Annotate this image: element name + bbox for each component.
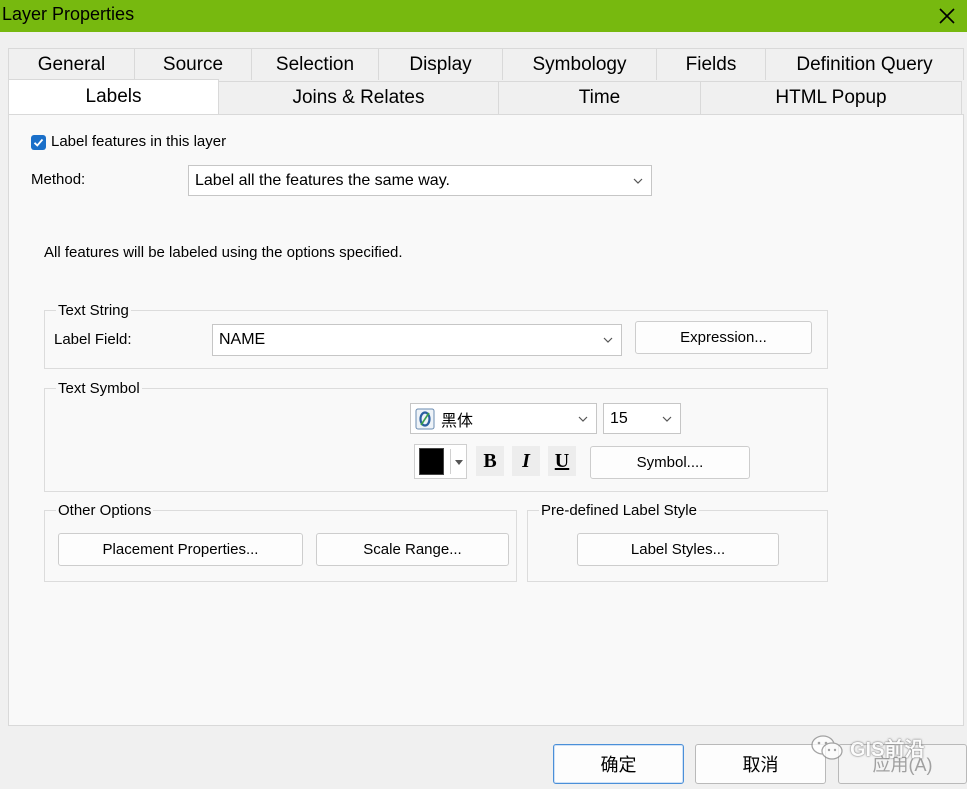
text-string-title: Text String: [56, 302, 131, 319]
font-select[interactable]: 黑体: [410, 403, 597, 434]
underline-button[interactable]: U: [548, 446, 576, 476]
tab-html-popup[interactable]: HTML Popup: [700, 81, 962, 114]
tab-time[interactable]: Time: [498, 81, 701, 114]
wechat-icon: [811, 734, 843, 760]
bold-button[interactable]: B: [476, 446, 504, 476]
other-options-title: Other Options: [56, 502, 154, 519]
label-field-label: Label Field:: [54, 331, 132, 348]
tab-display[interactable]: Display: [378, 48, 503, 80]
tab-general[interactable]: General: [8, 48, 135, 80]
font-size-value: 15: [610, 409, 628, 427]
tab-fields[interactable]: Fields: [656, 48, 766, 80]
tab-row-2: Labels Joins & Relates Time HTML Popup: [8, 79, 964, 114]
label-features-checkbox[interactable]: [31, 135, 46, 150]
tab-joins-relates[interactable]: Joins & Relates: [218, 81, 499, 114]
chevron-down-icon: [603, 337, 613, 343]
text-symbol-title: Text Symbol: [56, 380, 142, 397]
chevron-down-icon: [633, 178, 643, 184]
predefined-style-title: Pre-defined Label Style: [539, 502, 699, 519]
label-features-label: Label features in this layer: [51, 133, 227, 150]
tab-symbology[interactable]: Symbology: [502, 48, 657, 80]
color-swatch: [419, 448, 444, 475]
tab-definition-query[interactable]: Definition Query: [765, 48, 964, 80]
symbol-button[interactable]: Symbol....: [590, 446, 750, 479]
italic-button[interactable]: I: [512, 446, 540, 476]
scale-range-button[interactable]: Scale Range...: [316, 533, 509, 566]
tab-row-1: General Source Selection Display Symbolo…: [8, 48, 964, 80]
color-picker[interactable]: [414, 444, 467, 479]
tab-labels[interactable]: Labels: [8, 79, 219, 114]
method-select[interactable]: Label all the features the same way.: [188, 165, 652, 196]
color-divider: [450, 449, 451, 474]
placement-properties-button[interactable]: Placement Properties...: [58, 533, 303, 566]
font-value: 黑体: [441, 412, 474, 430]
tab-selection[interactable]: Selection: [251, 48, 379, 80]
window-title: Layer Properties: [2, 4, 135, 24]
font-size-select[interactable]: 15: [603, 403, 681, 434]
chevron-down-icon: [578, 416, 588, 422]
close-icon: [939, 8, 955, 24]
cancel-button[interactable]: 取消: [695, 744, 826, 784]
opentype-font-icon: [415, 408, 435, 429]
tab-source[interactable]: Source: [134, 48, 252, 80]
method-value: Label all the features the same way.: [195, 171, 450, 189]
caret-down-icon: [455, 460, 463, 465]
label-field-value: NAME: [219, 331, 266, 348]
labels-panel: Label features in this layer Method: Lab…: [8, 114, 964, 726]
chevron-down-icon: [662, 416, 672, 422]
title-bar: Layer Properties: [0, 0, 967, 32]
description-text: All features will be labeled using the o…: [44, 244, 403, 261]
watermark: GIS前沿: [810, 733, 924, 762]
ok-button[interactable]: 确定: [553, 744, 684, 784]
label-field-select[interactable]: NAME: [212, 324, 622, 356]
checkmark-icon: [33, 138, 44, 147]
close-button[interactable]: [927, 0, 967, 32]
watermark-text: GIS前沿: [850, 739, 925, 761]
method-label: Method:: [31, 171, 86, 188]
expression-button[interactable]: Expression...: [635, 321, 812, 354]
label-styles-button[interactable]: Label Styles...: [577, 533, 779, 566]
